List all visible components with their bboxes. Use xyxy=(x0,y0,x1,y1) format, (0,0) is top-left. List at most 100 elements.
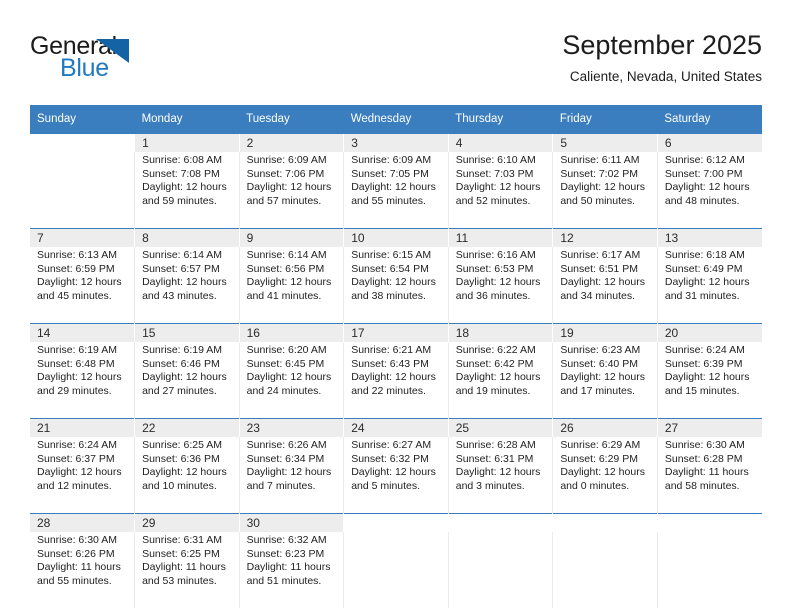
day-cell[interactable]: Sunrise: 6:14 AM Sunset: 6:57 PM Daylight:… xyxy=(134,247,240,324)
daylight-text-line1: Daylight: 12 hours xyxy=(37,371,122,384)
week-detail-row: Sunrise: 6:13 AM Sunset: 6:59 PM Daylight:… xyxy=(30,247,762,324)
sunset-text: Sunset: 7:06 PM xyxy=(246,167,325,180)
day-cell[interactable]: Sunrise: 6:20 AM Sunset: 6:45 PM Daylight:… xyxy=(238,342,344,419)
day-cell[interactable]: Sunrise: 6:32 AM Sunset: 6:23 PM Daylight:… xyxy=(238,532,344,608)
sunrise-text: Sunrise: 6:13 AM xyxy=(37,249,117,261)
sunrise-text: Sunrise: 6:08 AM xyxy=(142,154,223,166)
sunrise-text: Sunrise: 6:21 AM xyxy=(351,344,432,356)
daylight-text-line1: Daylight: 12 hours xyxy=(560,371,645,384)
day-cell[interactable]: Sunrise: 6:19 AM Sunset: 6:46 PM Daylight:… xyxy=(134,342,240,419)
day-number[interactable]: 9 xyxy=(238,228,344,247)
sunrise-text: Sunrise: 6:25 AM xyxy=(142,439,223,451)
sunset-text: Sunset: 6:49 PM xyxy=(664,262,743,275)
day-number[interactable]: 14 xyxy=(30,323,135,342)
day-cell[interactable]: Sunrise: 6:09 AM Sunset: 7:05 PM Daylight:… xyxy=(343,152,449,229)
week-daynumber-row: 28 29 30 xyxy=(30,513,762,532)
day-cell-empty xyxy=(343,532,449,608)
week-detail-row: Sunrise: 6:30 AM Sunset: 6:26 PM Daylight:… xyxy=(30,532,762,608)
day-cell[interactable]: Sunrise: 6:08 AM Sunset: 7:08 PM Daylight:… xyxy=(134,152,240,229)
day-cell[interactable]: Sunrise: 6:10 AM Sunset: 7:03 PM Daylight:… xyxy=(447,152,553,229)
daylight-text-line1: Daylight: 12 hours xyxy=(351,371,436,384)
day-number[interactable]: 23 xyxy=(238,418,344,437)
day-cell[interactable]: Sunrise: 6:09 AM Sunset: 7:06 PM Daylight:… xyxy=(238,152,344,229)
day-cell[interactable]: Sunrise: 6:14 AM Sunset: 6:56 PM Daylight:… xyxy=(238,247,344,324)
day-number-empty xyxy=(552,513,658,532)
day-number[interactable]: 3 xyxy=(343,133,449,152)
daylight-text-line2: and 0 minutes. xyxy=(560,479,630,492)
day-number[interactable]: 4 xyxy=(447,133,553,152)
sunrise-text: Sunrise: 6:12 AM xyxy=(664,154,745,166)
day-number[interactable]: 22 xyxy=(134,418,240,437)
day-number[interactable]: 19 xyxy=(552,323,658,342)
day-cell[interactable]: Sunrise: 6:27 AM Sunset: 6:32 PM Daylight:… xyxy=(343,437,449,514)
day-number-empty xyxy=(343,513,449,532)
day-number[interactable]: 20 xyxy=(656,323,762,342)
week-daynumber-row: 14 15 16 17 18 19 20 xyxy=(30,323,762,342)
day-number[interactable]: 17 xyxy=(343,323,449,342)
day-cell[interactable]: Sunrise: 6:29 AM Sunset: 6:29 PM Daylight:… xyxy=(552,437,658,514)
day-number[interactable]: 16 xyxy=(238,323,344,342)
day-cell[interactable]: Sunrise: 6:24 AM Sunset: 6:39 PM Daylight:… xyxy=(656,342,762,419)
sunrise-text: Sunrise: 6:22 AM xyxy=(455,344,536,356)
day-number[interactable]: 28 xyxy=(30,513,135,532)
day-cell[interactable]: Sunrise: 6:25 AM Sunset: 6:36 PM Daylight:… xyxy=(134,437,240,514)
day-number[interactable]: 27 xyxy=(656,418,762,437)
daylight-text-line2: and 43 minutes. xyxy=(142,289,217,302)
day-cell[interactable]: Sunrise: 6:30 AM Sunset: 6:26 PM Daylight:… xyxy=(30,532,135,608)
day-number[interactable]: 25 xyxy=(447,418,553,437)
day-number[interactable]: 26 xyxy=(552,418,658,437)
day-cell[interactable]: Sunrise: 6:18 AM Sunset: 6:49 PM Daylight:… xyxy=(656,247,762,324)
sunrise-text: Sunrise: 6:19 AM xyxy=(142,344,223,356)
day-cell[interactable]: Sunrise: 6:13 AM Sunset: 6:59 PM Daylight:… xyxy=(30,247,135,324)
day-number[interactable]: 30 xyxy=(238,513,344,532)
day-cell[interactable]: Sunrise: 6:23 AM Sunset: 6:40 PM Daylight:… xyxy=(552,342,658,419)
sunset-text: Sunset: 6:36 PM xyxy=(142,452,220,465)
daylight-text-line2: and 3 minutes. xyxy=(455,479,525,492)
sunrise-text: Sunrise: 6:14 AM xyxy=(142,249,223,261)
daylight-text-line1: Daylight: 12 hours xyxy=(664,276,750,289)
calendar-body: 1 2 3 4 5 6 Sunrise: 6:08 AM Sunset: 7:08 PM Day… xyxy=(30,133,762,608)
day-number[interactable]: 18 xyxy=(447,323,553,342)
daylight-text-line2: and 19 minutes. xyxy=(455,384,531,397)
daylight-text-line2: and 24 minutes. xyxy=(246,384,322,397)
day-number[interactable]: 24 xyxy=(343,418,449,437)
day-cell[interactable]: Sunrise: 6:12 AM Sunset: 7:00 PM Daylight:… xyxy=(656,152,762,229)
sunrise-text: Sunrise: 6:19 AM xyxy=(37,344,117,356)
sunset-text: Sunset: 6:26 PM xyxy=(37,547,115,560)
day-number[interactable]: 5 xyxy=(552,133,658,152)
day-cell[interactable]: Sunrise: 6:11 AM Sunset: 7:02 PM Daylight:… xyxy=(552,152,658,229)
day-number[interactable]: 10 xyxy=(343,228,449,247)
day-number[interactable]: 11 xyxy=(447,228,553,247)
day-number[interactable]: 15 xyxy=(134,323,240,342)
day-cell[interactable]: Sunrise: 6:17 AM Sunset: 6:51 PM Daylight:… xyxy=(552,247,658,324)
sunset-text: Sunset: 6:40 PM xyxy=(560,357,638,370)
day-cell[interactable]: Sunrise: 6:28 AM Sunset: 6:31 PM Daylight:… xyxy=(447,437,553,514)
day-cell[interactable]: Sunrise: 6:30 AM Sunset: 6:28 PM Daylight:… xyxy=(656,437,762,514)
page-title: September 2025 xyxy=(562,30,762,60)
sunset-text: Sunset: 6:51 PM xyxy=(560,262,638,275)
day-cell[interactable]: Sunrise: 6:31 AM Sunset: 6:25 PM Daylight:… xyxy=(134,532,240,608)
day-number[interactable]: 13 xyxy=(656,228,762,247)
day-cell[interactable]: Sunrise: 6:26 AM Sunset: 6:34 PM Daylight:… xyxy=(238,437,344,514)
day-number[interactable]: 7 xyxy=(30,228,135,247)
sunrise-text: Sunrise: 6:30 AM xyxy=(664,439,745,451)
day-number[interactable]: 6 xyxy=(656,133,762,152)
day-cell[interactable]: Sunrise: 6:21 AM Sunset: 6:43 PM Daylight:… xyxy=(343,342,449,419)
day-number[interactable]: 12 xyxy=(552,228,658,247)
day-number[interactable]: 8 xyxy=(134,228,240,247)
day-cell[interactable]: Sunrise: 6:16 AM Sunset: 6:53 PM Daylight:… xyxy=(447,247,553,324)
day-cell[interactable]: Sunrise: 6:22 AM Sunset: 6:42 PM Daylight:… xyxy=(447,342,553,419)
day-number[interactable]: 29 xyxy=(134,513,240,532)
day-cell[interactable]: Sunrise: 6:19 AM Sunset: 6:48 PM Daylight:… xyxy=(30,342,135,419)
day-number[interactable]: 1 xyxy=(134,133,240,152)
day-number-empty xyxy=(656,513,762,532)
sunrise-text: Sunrise: 6:24 AM xyxy=(664,344,745,356)
day-cell[interactable]: Sunrise: 6:24 AM Sunset: 6:37 PM Daylight:… xyxy=(30,437,135,514)
day-cell[interactable]: Sunrise: 6:15 AM Sunset: 6:54 PM Daylight:… xyxy=(343,247,449,324)
daylight-text-line1: Daylight: 12 hours xyxy=(142,276,227,289)
daylight-text-line1: Daylight: 11 hours xyxy=(246,561,331,574)
day-number[interactable]: 2 xyxy=(238,133,344,152)
sunset-text: Sunset: 6:37 PM xyxy=(37,452,115,465)
daylight-text-line1: Daylight: 12 hours xyxy=(246,466,332,479)
day-number[interactable]: 21 xyxy=(30,418,135,437)
